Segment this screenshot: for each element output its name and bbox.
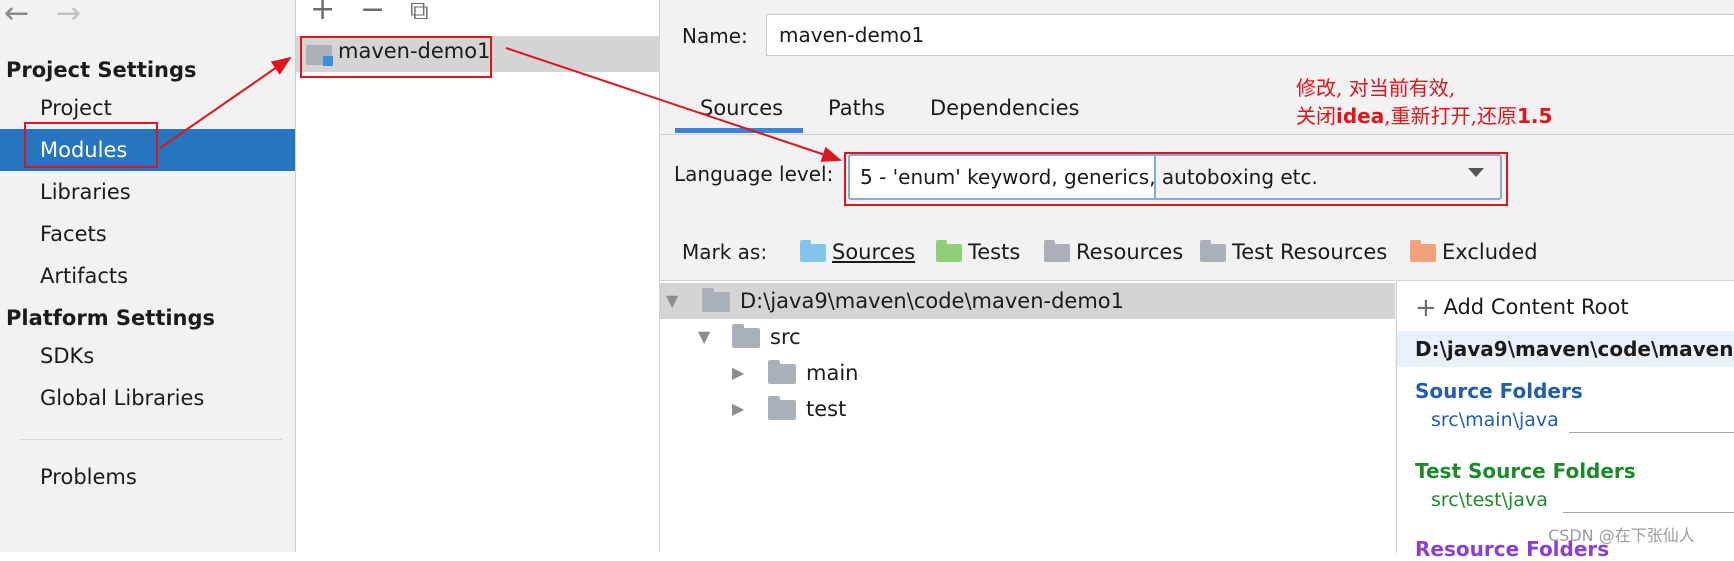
folder-tree: ▼ D:\java9\maven\code\maven-demo1 ▼ src … [660, 280, 1395, 553]
plus-icon: + [1415, 293, 1437, 323]
excluded-folder-icon [1410, 240, 1436, 262]
annotation-text: 关闭 [1296, 104, 1336, 128]
tree-root-label: D:\java9\maven\code\maven-demo1 [740, 289, 1125, 313]
copy-module-icon[interactable]: ⧉ [410, 0, 429, 27]
language-level-label: Language level: [674, 162, 834, 186]
back-arrow-icon[interactable]: ← [4, 0, 29, 31]
sidebar-divider [20, 439, 282, 440]
folder-icon [768, 360, 796, 384]
test-source-folder-path[interactable]: src\test\java [1431, 489, 1548, 511]
content-root-header[interactable]: D:\java9\maven\code\maven- [1397, 331, 1734, 367]
resources-folder-icon [1044, 240, 1070, 262]
tree-test-label: test [806, 397, 847, 421]
mark-resources-label: Resources [1076, 240, 1184, 264]
source-folders-title: Source Folders [1415, 379, 1583, 403]
mark-test-resources-label: Test Resources [1232, 240, 1388, 264]
expanded-triangle-icon[interactable]: ▼ [698, 319, 710, 355]
annotation-box-module [300, 36, 492, 78]
add-module-icon[interactable]: + [310, 0, 335, 27]
mark-as-label: Mark as: [682, 240, 768, 264]
content-root-path: D:\java9\maven\code\maven- [1415, 337, 1734, 361]
tree-row-src[interactable]: ▼ src [660, 319, 1395, 355]
platform-settings-heading: Platform Settings [6, 306, 216, 330]
tab-paths[interactable]: Paths [828, 96, 885, 120]
test-resources-folder-icon [1200, 240, 1226, 262]
name-label: Name: [682, 24, 748, 48]
annotation-line-2: 关闭idea,重新打开,还原1.5 [1296, 100, 1552, 129]
module-list-panel: + − ⧉ maven-demo1 [296, 0, 660, 552]
tree-row-main[interactable]: ▶ main [660, 355, 1395, 391]
sidebar-item-artifacts[interactable]: Artifacts [0, 255, 295, 297]
collapsed-triangle-icon[interactable]: ▶ [732, 391, 744, 427]
mark-tests-label: Tests [968, 240, 1021, 264]
sidebar-item-facets[interactable]: Facets [0, 213, 295, 255]
mark-test-resources-button[interactable]: Test Resources [1200, 240, 1387, 270]
collapsed-triangle-icon[interactable]: ▶ [732, 355, 744, 391]
tree-row-test[interactable]: ▶ test [660, 391, 1395, 427]
active-tab-indicator [675, 128, 803, 133]
folder-icon [732, 324, 760, 348]
annotation-text: ,重新打开,还原 [1384, 104, 1517, 128]
settings-sidebar: ← → Project Settings Project Modules Lib… [0, 0, 296, 552]
name-field[interactable]: maven-demo1 [766, 14, 1734, 56]
sidebar-item-sdks[interactable]: SDKs [0, 335, 295, 377]
mark-excluded-button[interactable]: Excluded [1410, 240, 1538, 270]
mark-resources-button[interactable]: Resources [1044, 240, 1183, 270]
tree-src-label: src [770, 325, 801, 349]
project-settings-heading: Project Settings [6, 58, 197, 82]
mark-tests-button[interactable]: Tests [936, 240, 1020, 270]
sources-folder-icon [800, 240, 826, 262]
annotation-box-language [844, 152, 1508, 206]
content-root-panel: + Add Content Root D:\java9\maven\code\m… [1396, 280, 1734, 561]
test-source-folders-title: Test Source Folders [1415, 459, 1636, 483]
sidebar-item-global-libraries[interactable]: Global Libraries [0, 377, 295, 419]
tab-dependencies[interactable]: Dependencies [930, 96, 1079, 120]
forward-arrow-icon[interactable]: → [56, 0, 81, 31]
annotation-bold-text: 1.5 [1516, 104, 1553, 128]
watermark: CSDN @在下张仙人 [1548, 526, 1695, 545]
sidebar-item-problems[interactable]: Problems [0, 456, 295, 498]
mark-sources-button[interactable]: Sources [800, 240, 915, 270]
add-content-root-button[interactable]: + Add Content Root [1415, 293, 1629, 323]
source-folder-path[interactable]: src\main\java [1431, 409, 1559, 431]
tests-folder-icon [936, 240, 962, 262]
tree-main-label: main [806, 361, 859, 385]
source-folder-underline [1569, 432, 1734, 433]
test-folder-underline [1563, 512, 1734, 513]
folder-icon [702, 288, 730, 312]
mark-excluded-label: Excluded [1442, 240, 1538, 264]
annotation-bold-text: idea [1336, 104, 1385, 128]
mark-sources-label: Sources [832, 240, 916, 264]
sidebar-item-libraries[interactable]: Libraries [0, 171, 295, 213]
tab-sources[interactable]: Sources [700, 96, 783, 120]
folder-icon [768, 396, 796, 420]
expanded-triangle-icon[interactable]: ▼ [666, 283, 678, 319]
tabs-divider [660, 134, 1734, 135]
annotation-box-modules [24, 122, 158, 168]
add-content-root-label: Add Content Root [1443, 295, 1629, 319]
annotation-line-1: 修改, 对当前有效, [1296, 76, 1456, 100]
remove-module-icon[interactable]: − [360, 0, 385, 27]
name-field-value: maven-demo1 [779, 23, 925, 47]
tree-row-root[interactable]: ▼ D:\java9\maven\code\maven-demo1 [660, 283, 1395, 319]
